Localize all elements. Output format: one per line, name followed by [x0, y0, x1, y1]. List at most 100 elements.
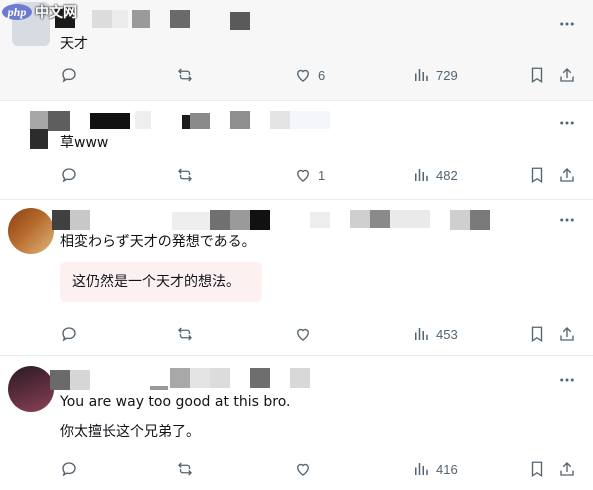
redacted-handle [230, 12, 250, 30]
more-icon[interactable] [555, 111, 579, 135]
redacted-handle [210, 368, 230, 388]
bookmark-icon [531, 461, 543, 478]
redacted-handle [112, 10, 128, 28]
like-button[interactable] [294, 325, 312, 343]
redacted-handle [210, 210, 230, 230]
redacted-handle [290, 111, 330, 129]
reply-button[interactable] [60, 325, 78, 343]
redacted-username [70, 210, 90, 230]
views-icon [415, 69, 428, 81]
bookmark-button[interactable] [528, 166, 546, 184]
reply-button[interactable] [60, 460, 78, 478]
views-button[interactable]: 482 [412, 166, 458, 184]
reply-icon [62, 462, 76, 477]
redacted-handle [190, 368, 210, 388]
post-1[interactable]: 天才 [0, 0, 593, 100]
retweet-button[interactable] [176, 66, 194, 84]
heart-icon [297, 328, 309, 341]
like-count: 1 [318, 167, 326, 183]
redacted-handle [390, 210, 430, 228]
retweet-button[interactable] [176, 166, 194, 184]
post-text-translation: 你太擅长这个兄弟了。 [60, 424, 200, 440]
site-watermark: php 中文网 [2, 2, 77, 22]
views-count: 729 [436, 67, 458, 83]
redacted-handle [250, 210, 270, 230]
more-icon[interactable] [555, 208, 579, 232]
retweet-icon [178, 168, 192, 182]
redacted-handle [450, 210, 470, 230]
retweet-button[interactable] [176, 325, 194, 343]
bookmark-button[interactable] [528, 325, 546, 343]
redacted-avatar [30, 129, 48, 149]
bookmark-button[interactable] [528, 460, 546, 478]
share-button[interactable] [558, 325, 576, 343]
redacted-username [90, 113, 130, 129]
share-button[interactable] [558, 66, 576, 84]
bookmark-icon [531, 326, 543, 343]
reply-button[interactable] [60, 166, 78, 184]
post-text: 相変わらず天才の発想である。 [60, 234, 256, 250]
watermark-logo: php [2, 4, 32, 20]
redacted-handle [190, 113, 210, 129]
views-button[interactable]: 416 [412, 460, 458, 478]
translation-box: 这仍然是一个天才的想法。 [60, 262, 262, 302]
post-text: 天才 [60, 36, 88, 52]
redacted-handle [470, 210, 490, 230]
redacted-avatar [30, 111, 48, 129]
share-icon [560, 327, 574, 341]
retweet-icon [178, 462, 192, 476]
redacted-username [70, 370, 90, 390]
share-icon [560, 462, 574, 476]
heart-icon [297, 169, 309, 182]
avatar[interactable] [8, 208, 54, 254]
like-button[interactable]: 1 [294, 166, 325, 184]
heart-icon [297, 463, 309, 476]
redacted-username [52, 210, 70, 230]
redacted-handle [170, 10, 190, 28]
views-count: 416 [436, 461, 458, 477]
share-icon [560, 168, 574, 182]
redacted-handle [270, 111, 290, 129]
redacted-handle [370, 210, 390, 228]
share-button[interactable] [558, 166, 576, 184]
reply-icon [62, 327, 76, 342]
reply-button[interactable] [60, 66, 78, 84]
retweet-button[interactable] [176, 460, 194, 478]
redacted-handle [230, 210, 250, 230]
share-icon [560, 68, 574, 82]
redacted-avatar [48, 111, 70, 131]
bookmark-button[interactable] [528, 66, 546, 84]
more-icon[interactable] [555, 368, 579, 392]
redacted-handle [135, 111, 151, 129]
reply-icon [62, 168, 76, 183]
redacted-username [50, 370, 70, 390]
views-icon [415, 463, 428, 475]
more-icon[interactable] [555, 12, 579, 36]
redacted-handle [250, 368, 270, 388]
post-text: 草www [60, 135, 109, 151]
views-button[interactable]: 729 [412, 66, 458, 84]
views-icon [415, 169, 428, 181]
share-button[interactable] [558, 460, 576, 478]
reply-icon [62, 68, 76, 83]
redacted-handle [350, 210, 370, 228]
redacted-handle [150, 386, 168, 390]
redacted-handle [310, 212, 330, 228]
like-button[interactable]: 6 [294, 66, 325, 84]
redacted-handle [132, 10, 150, 28]
views-count: 482 [436, 167, 458, 183]
retweet-icon [178, 327, 192, 341]
redacted-handle [230, 111, 250, 129]
redacted-handle [92, 10, 112, 28]
post-2[interactable]: 草www [0, 101, 593, 200]
avatar[interactable] [8, 366, 54, 412]
views-count: 453 [436, 326, 458, 342]
like-count: 6 [318, 67, 326, 83]
bookmark-icon [531, 167, 543, 184]
retweet-icon [178, 68, 192, 82]
views-icon [415, 328, 428, 340]
redacted-handle [290, 368, 310, 388]
redacted-handle [172, 212, 210, 230]
like-button[interactable] [294, 460, 312, 478]
views-button[interactable]: 453 [412, 325, 458, 343]
